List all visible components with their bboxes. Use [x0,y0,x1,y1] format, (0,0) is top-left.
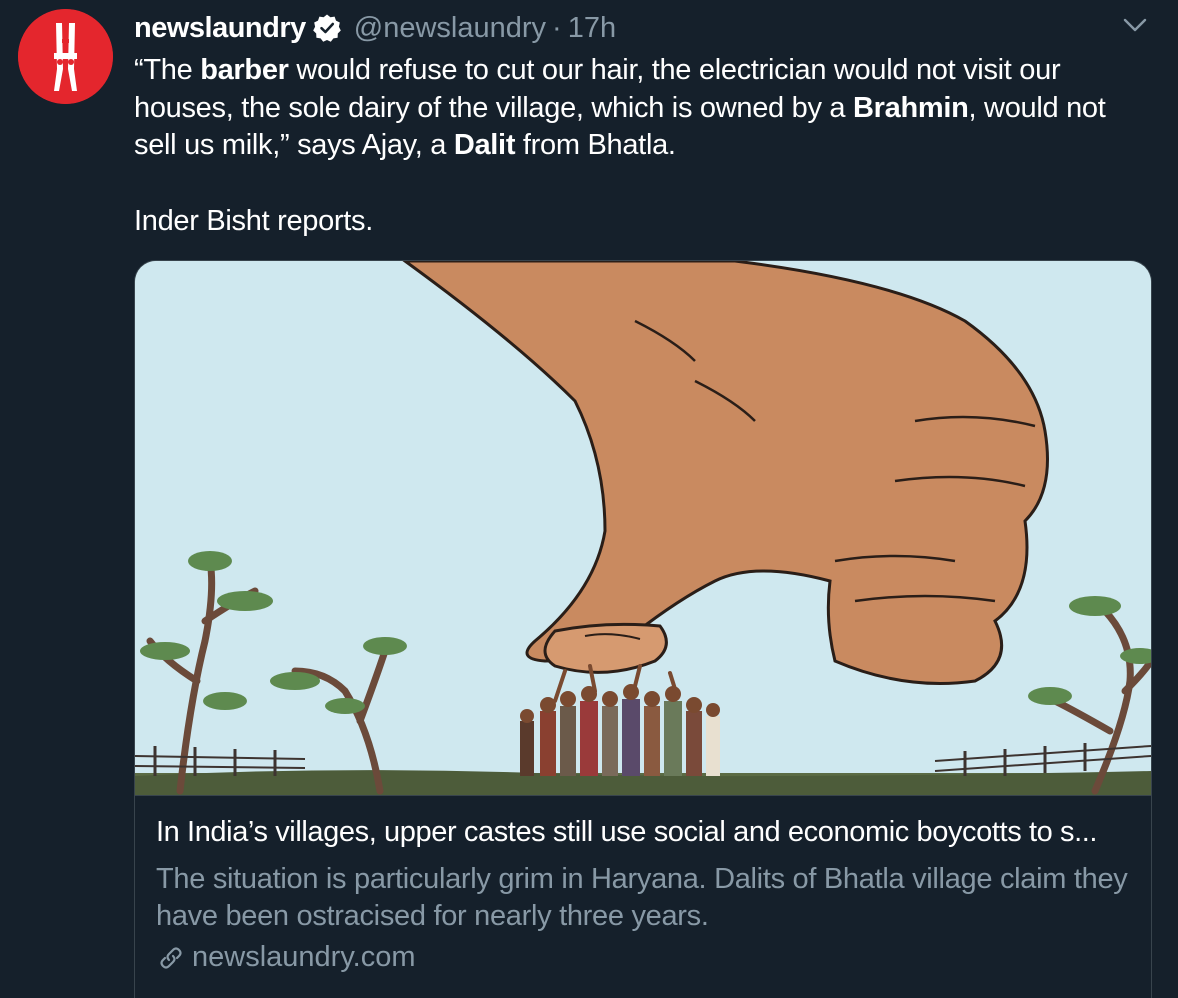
tweet-paragraph-1: “The barber would refuse to cut our hair… [134,52,1144,165]
link-preview-card[interactable]: In India’s villages, upper castes still … [134,260,1152,998]
chevron-down-icon[interactable] [1122,12,1148,38]
bold-word: barber [200,54,289,86]
author-handle[interactable]: @newslaundry [354,12,546,45]
timestamp[interactable]: 17h [568,12,616,45]
card-title[interactable]: In India’s villages, upper castes still … [156,816,1146,849]
bold-word: Dalit [453,129,516,161]
text-segment: “The [134,54,201,86]
clothespin-logo-icon [18,9,113,104]
illustration-hand-crushing-villagers [135,261,1151,795]
tweet-paragraph-2: Inder Bisht reports. [134,204,373,237]
tweet-header: newslaundry @newslaundry · 17h [134,8,616,48]
tweet[interactable]: newslaundry @newslaundry · 17h “The barb… [0,0,1178,998]
card-link[interactable]: newslaundry.com [156,941,416,974]
card-description: The situation is particularly grim in Ha… [156,863,1128,932]
bold-word: Brahmin [853,91,969,124]
tweet-body: “The barber would refuse to cut our hair… [134,52,1144,240]
link-icon [156,943,186,973]
card-image[interactable] [135,261,1151,796]
text-segment: from Bhatla. [515,129,676,161]
author-display-name[interactable]: newslaundry [134,12,306,45]
avatar[interactable] [18,9,113,104]
card-domain: newslaundry.com [192,941,416,973]
verified-badge-icon [312,13,342,43]
separator-dot: · [552,11,562,44]
